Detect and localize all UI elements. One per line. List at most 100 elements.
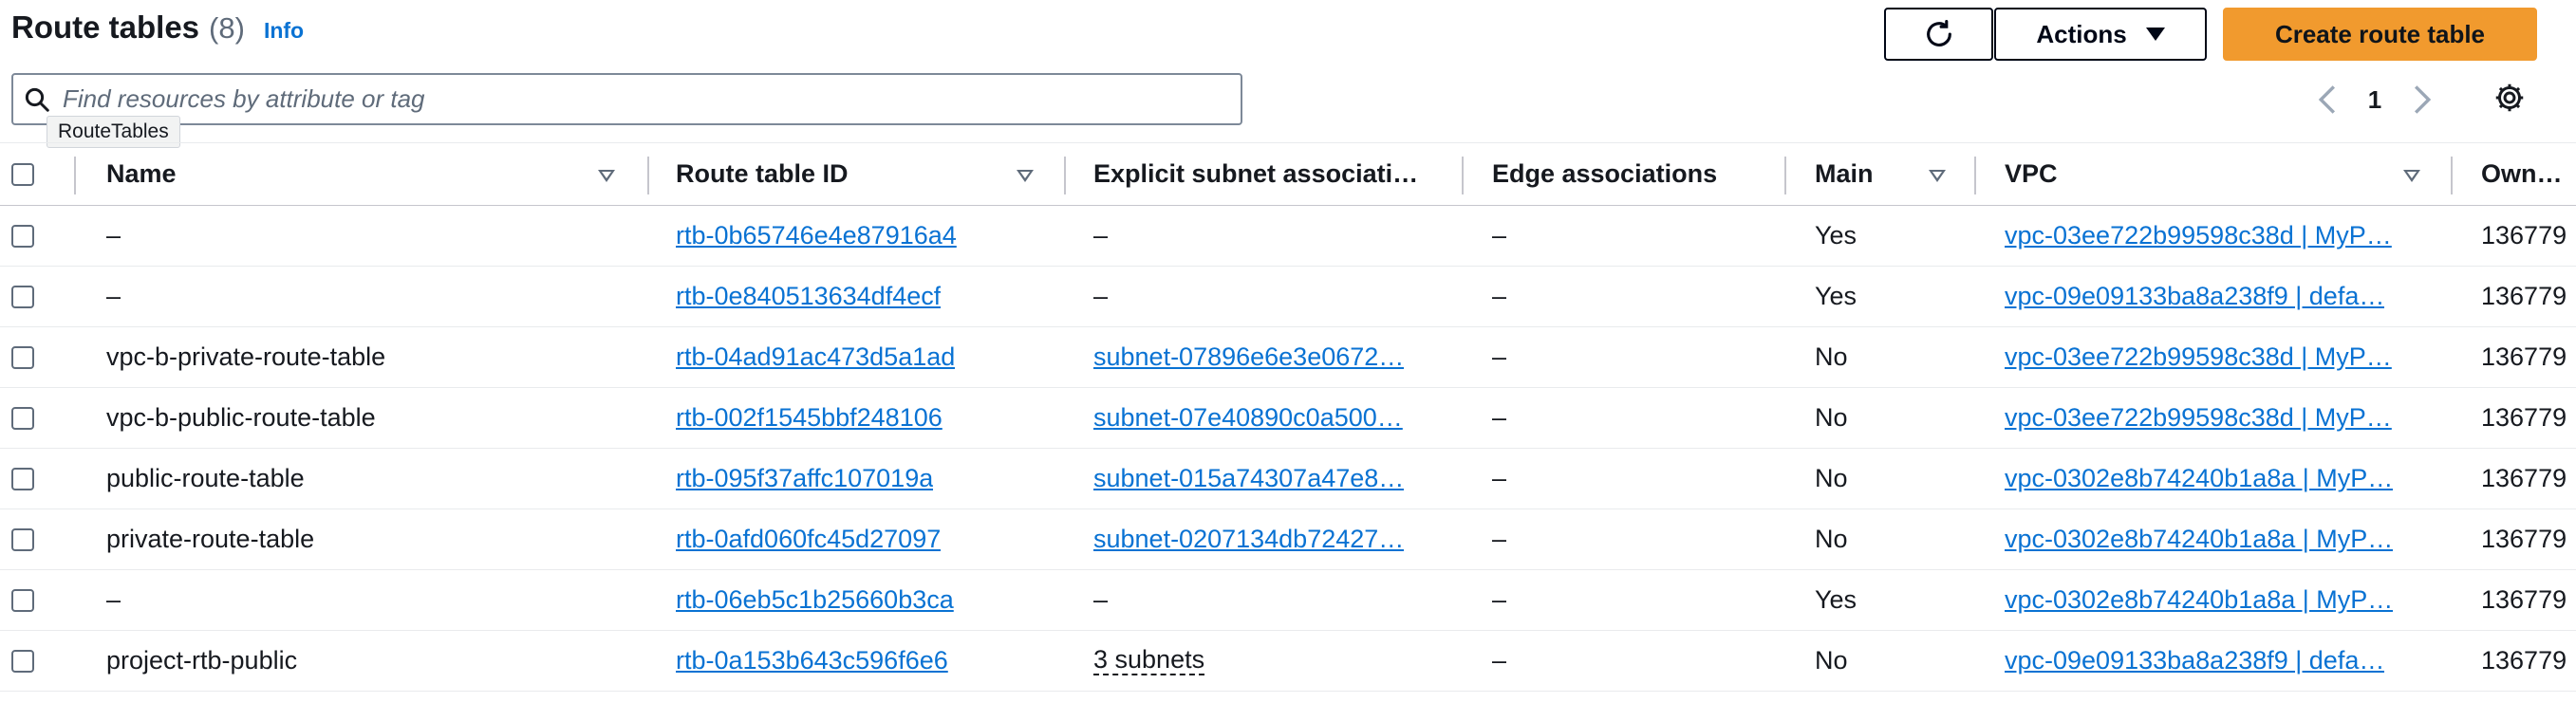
next-page-icon[interactable] [2403, 83, 2441, 116]
row-checkbox[interactable] [11, 224, 34, 248]
column-divider[interactable] [1064, 157, 1066, 194]
column-divider[interactable] [2451, 157, 2453, 194]
row-select-cell [11, 570, 49, 630]
table-row[interactable]: project-rtb-public rtb-0a153b643c596f6e6 3… [0, 631, 2576, 692]
main-cell: Yes [1815, 282, 1857, 310]
actions-dropdown-button[interactable]: Actions [1994, 8, 2207, 61]
vpc-link[interactable]: vpc-03ee722b99598c38d | MyP… [2005, 342, 2392, 372]
row-checkbox[interactable] [11, 406, 34, 430]
explicit-subnet-cell: subnet-07e40890c0a500… [1093, 388, 1431, 448]
explicit-subnet-cell: – [1093, 267, 1431, 326]
owner-cell: 136779 [2481, 464, 2567, 492]
search-icon [13, 85, 61, 114]
name-cell: public-route-table [106, 464, 305, 492]
explicit-subnet-cell: – [1093, 206, 1431, 266]
table-row[interactable]: – rtb-0e840513634df4ecf – – Yes vpc-09e09133b… [0, 267, 2576, 327]
table-header-row: Name Route table ID Explicit subnet asso… [0, 142, 2576, 206]
name-cell: vpc-b-public-route-table [106, 403, 376, 432]
route-table-id-cell: rtb-002f1545bbf248106 [676, 388, 1055, 448]
name-cell: private-route-table [106, 525, 315, 553]
search-input[interactable] [61, 75, 1241, 123]
info-link[interactable]: Info [264, 18, 304, 44]
vpc-link[interactable]: vpc-03ee722b99598c38d | MyP… [2005, 221, 2392, 250]
table-row[interactable]: public-route-table rtb-095f37affc107019a s… [0, 449, 2576, 509]
route-table-id-link[interactable]: rtb-0afd060fc45d27097 [676, 525, 941, 554]
column-header-name[interactable]: Name [106, 143, 638, 205]
vpc-link[interactable]: vpc-03ee722b99598c38d | MyP… [2005, 403, 2392, 433]
route-table-id-link[interactable]: rtb-095f37affc107019a [676, 464, 933, 493]
vpc-cell: vpc-03ee722b99598c38d | MyP… [2005, 388, 2417, 448]
subnet-association[interactable]: 3 subnets [1093, 645, 1205, 676]
subnet-association[interactable]: subnet-015a74307a47e8… [1093, 464, 1404, 493]
subnet-association[interactable]: subnet-0207134db72427… [1093, 525, 1404, 554]
route-table-id-cell: rtb-04ad91ac473d5a1ad [676, 327, 1055, 387]
name-cell: project-rtb-public [106, 646, 298, 675]
vpc-link[interactable]: vpc-09e09133ba8a238f9 | defa… [2005, 282, 2384, 311]
refresh-button[interactable] [1884, 8, 1993, 61]
table-row[interactable]: – rtb-06eb5c1b25660b3ca – – Yes vpc-0302e8b74… [0, 570, 2576, 631]
route-table-id-cell: rtb-0e840513634df4ecf [676, 267, 1055, 326]
row-select-cell [11, 267, 49, 326]
vpc-link[interactable]: vpc-09e09133ba8a238f9 | defa… [2005, 646, 2384, 675]
sort-name-icon[interactable] [598, 170, 615, 182]
table-row[interactable]: vpc-b-public-route-table rtb-002f1545bbf2… [0, 388, 2576, 449]
subnet-association: – [1093, 282, 1109, 310]
route-table-id-link[interactable]: rtb-0a153b643c596f6e6 [676, 646, 948, 675]
name-cell: – [106, 282, 121, 310]
main-cell: Yes [1815, 221, 1857, 250]
pagination: 1 [2308, 76, 2441, 123]
row-checkbox[interactable] [11, 345, 34, 369]
row-checkbox[interactable] [11, 588, 34, 612]
vpc-link[interactable]: vpc-0302e8b74240b1a8a | MyP… [2005, 464, 2393, 493]
edge-associations-cell: – [1492, 403, 1507, 432]
vpc-link[interactable]: vpc-0302e8b74240b1a8a | MyP… [2005, 585, 2393, 615]
column-divider[interactable] [647, 157, 649, 194]
edge-associations-cell: – [1492, 525, 1507, 553]
row-checkbox[interactable] [11, 467, 34, 490]
vpc-cell: vpc-09e09133ba8a238f9 | defa… [2005, 267, 2417, 326]
select-all-checkbox[interactable] [11, 162, 34, 186]
table-row[interactable]: vpc-b-private-route-table rtb-04ad91ac473… [0, 327, 2576, 388]
column-header-route-table-id[interactable]: Route table ID [676, 143, 1055, 205]
column-header-explicit-subnet[interactable]: Explicit subnet associati… [1093, 143, 1431, 205]
route-table-id-link[interactable]: rtb-0e840513634df4ecf [676, 282, 941, 311]
row-checkbox[interactable] [11, 527, 34, 551]
column-divider[interactable] [1462, 157, 1464, 194]
route-table-id-link[interactable]: rtb-04ad91ac473d5a1ad [676, 342, 955, 372]
row-checkbox[interactable] [11, 649, 34, 673]
route-table-id-cell: rtb-095f37affc107019a [676, 449, 1055, 508]
table-row[interactable]: – rtb-0b65746e4e87916a4 – – Yes vpc-03ee722b9… [0, 206, 2576, 267]
search-bar[interactable] [11, 73, 1242, 125]
sort-main-icon[interactable] [1929, 170, 1946, 182]
route-table-id-link[interactable]: rtb-0b65746e4e87916a4 [676, 221, 957, 250]
refresh-icon [1926, 19, 1951, 46]
main-cell: No [1815, 403, 1848, 432]
owner-cell: 136779 [2481, 585, 2567, 614]
column-divider[interactable] [74, 157, 76, 194]
sort-route-table-id-icon[interactable] [1017, 170, 1034, 182]
column-header-edge-associations[interactable]: Edge associations [1492, 143, 1777, 205]
vpc-cell: vpc-0302e8b74240b1a8a | MyP… [2005, 449, 2417, 508]
route-table-id-link[interactable]: rtb-06eb5c1b25660b3ca [676, 585, 954, 615]
vpc-cell: vpc-03ee722b99598c38d | MyP… [2005, 327, 2417, 387]
row-checkbox[interactable] [11, 285, 34, 308]
row-select-cell [11, 327, 49, 387]
route-table-id-link[interactable]: rtb-002f1545bbf248106 [676, 403, 943, 433]
vpc-link[interactable]: vpc-0302e8b74240b1a8a | MyP… [2005, 525, 2393, 554]
route-table-id-cell: rtb-06eb5c1b25660b3ca [676, 570, 1055, 630]
column-divider[interactable] [1784, 157, 1786, 194]
name-cell: – [106, 221, 121, 250]
sort-vpc-icon[interactable] [2403, 170, 2420, 182]
column-header-vpc[interactable]: VPC [2005, 143, 2417, 205]
subnet-association[interactable]: subnet-07e40890c0a500… [1093, 403, 1403, 433]
create-route-table-button[interactable]: Create route table [2223, 8, 2537, 61]
edge-associations-cell: – [1492, 464, 1507, 492]
table-row[interactable]: private-route-table rtb-0afd060fc45d27097… [0, 509, 2576, 570]
preferences-gear-icon[interactable] [2492, 81, 2530, 119]
current-page-number[interactable]: 1 [2346, 85, 2403, 115]
column-header-owner[interactable]: Own… [2481, 143, 2576, 205]
subnet-association[interactable]: subnet-07896e6e3e0672… [1093, 342, 1404, 372]
owner-cell: 136779 [2481, 221, 2567, 250]
column-divider[interactable] [1974, 157, 1976, 194]
previous-page-icon[interactable] [2308, 83, 2346, 116]
